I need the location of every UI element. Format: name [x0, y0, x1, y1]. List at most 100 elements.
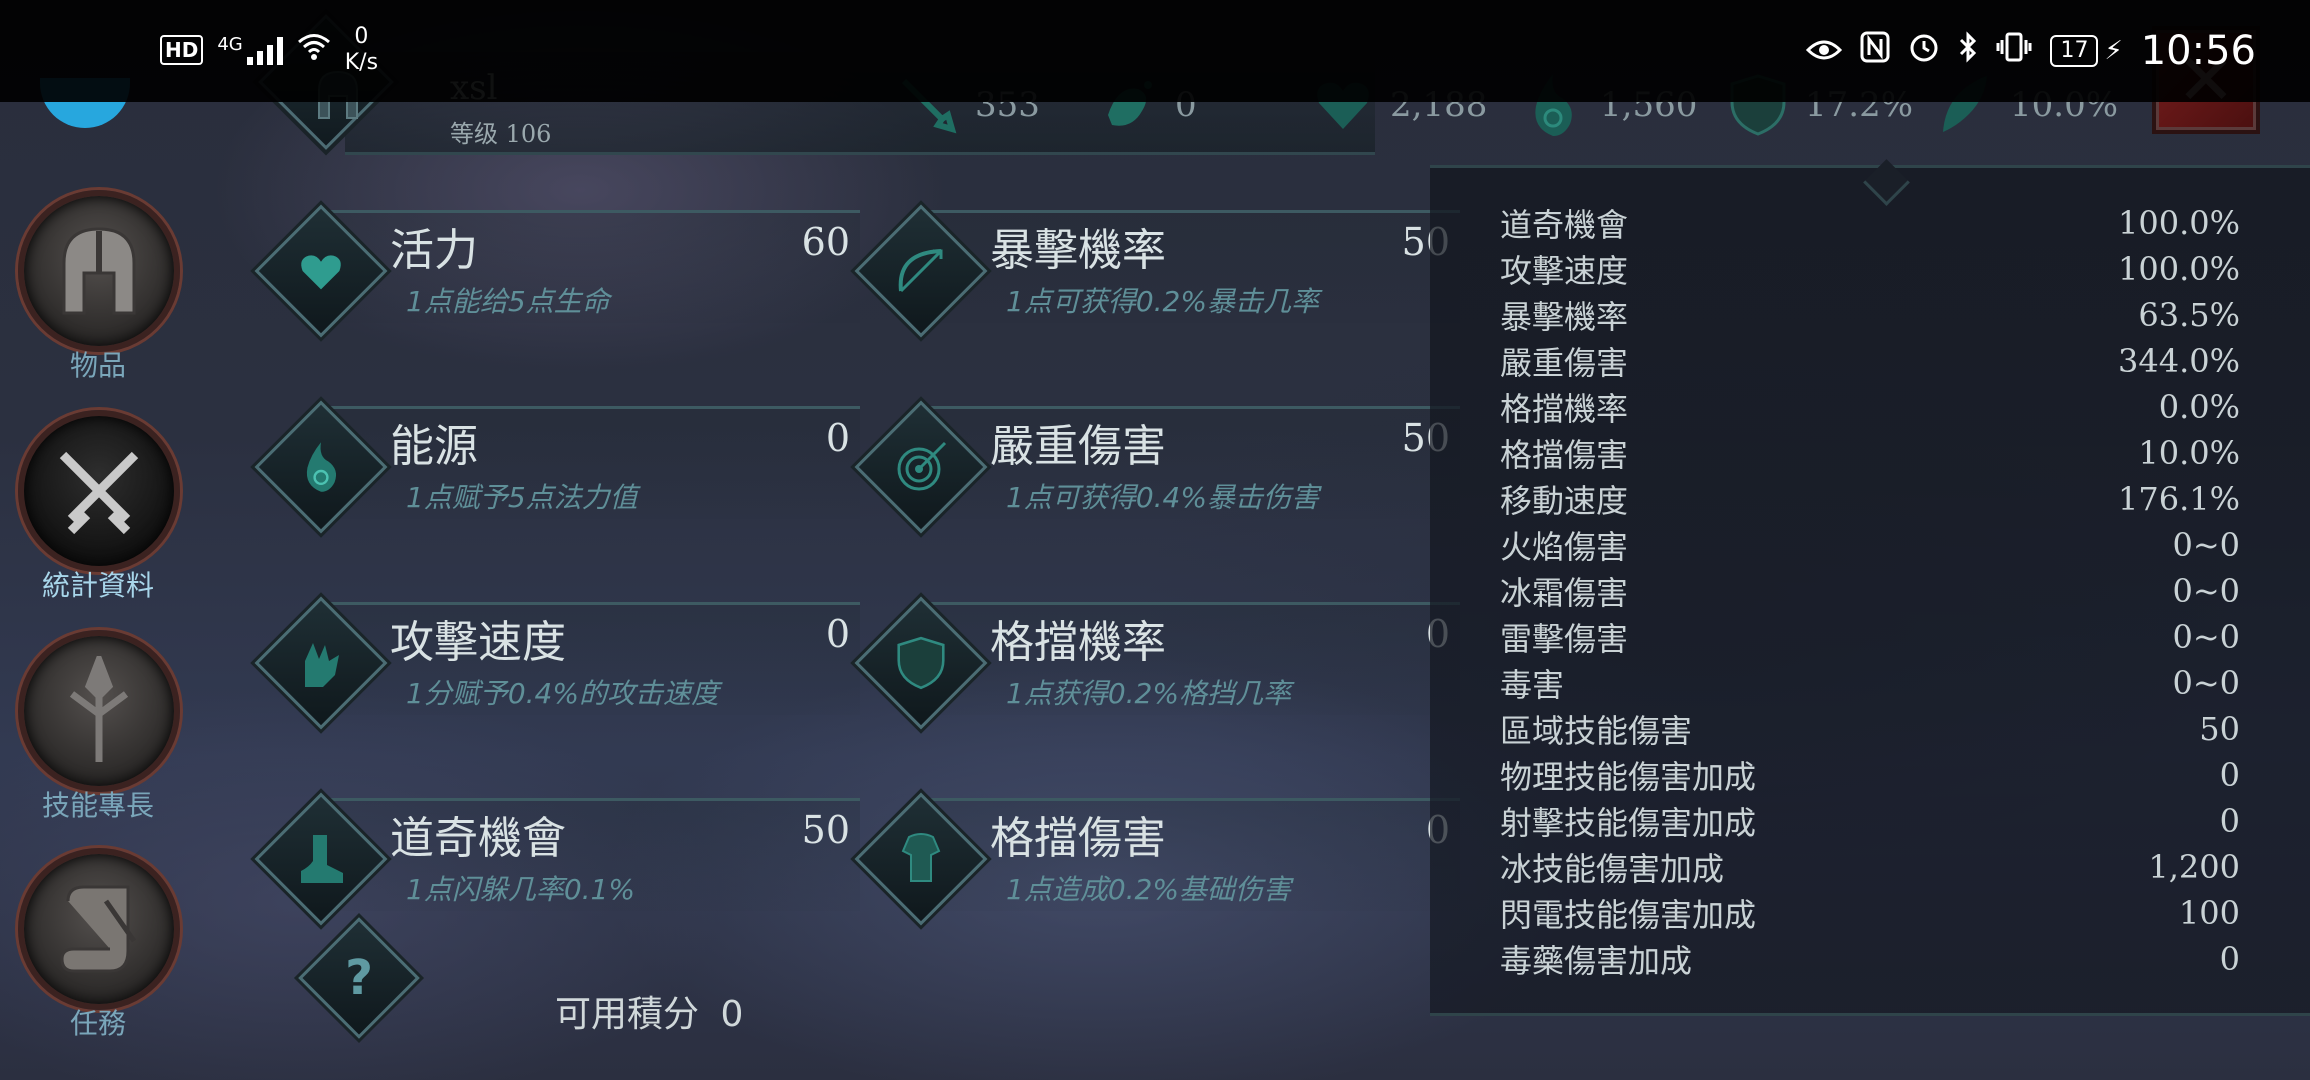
- stat-value: 0: [2219, 756, 2240, 794]
- attr-crit-chance[interactable]: 暴擊機率 50 1点可获得0.2%暴击几率: [854, 200, 1460, 350]
- stat-row: 火焰傷害 0~0: [1500, 522, 2240, 568]
- gauntlet-icon: [280, 622, 362, 704]
- battery-indicator: 17: [2050, 35, 2099, 67]
- hd-badge: HD: [160, 35, 204, 65]
- nfc-icon: [1860, 31, 1890, 71]
- stat-value: 0: [2219, 802, 2240, 840]
- stat-label: 火焰傷害: [1500, 528, 1629, 566]
- nav-skills[interactable]: 技能專長: [18, 630, 180, 824]
- stat-value: 0: [2219, 940, 2240, 978]
- attr-value: 0: [825, 416, 850, 460]
- stat-row: 物理技能傷害加成 0: [1500, 752, 2240, 798]
- system-status-bar: HD 4G 0 K/s 17 ⚡ 10:56: [0, 0, 2310, 102]
- available-points-label: 可用積分: [555, 994, 700, 1035]
- attr-block-chance[interactable]: 格擋機率 0 1点获得0.2%格挡几率: [854, 592, 1460, 742]
- wifi-icon: [297, 32, 331, 68]
- heart-icon: [280, 230, 362, 312]
- attr-desc: 1点造成0.2%基础伤害: [1006, 873, 1291, 906]
- available-points: 可用積分 0: [555, 985, 743, 1037]
- stat-row: 格擋機率 0.0%: [1500, 384, 2240, 430]
- attr-value: 0: [825, 612, 850, 656]
- stat-row: 毒藥傷害加成 0: [1500, 936, 2240, 982]
- attr-desc: 1点赋予5点法力值: [406, 481, 638, 514]
- available-points-value: 0: [720, 994, 744, 1035]
- stat-label: 暴擊機率: [1500, 298, 1629, 336]
- stat-label: 毒害: [1500, 666, 1565, 704]
- attr-title: 暴擊機率: [990, 225, 1166, 276]
- stat-row: 暴擊機率 63.5%: [1500, 292, 2240, 338]
- network-type: 4G: [217, 33, 243, 55]
- attr-desc: 1分赋予0.4%的攻击速度: [406, 677, 719, 710]
- alarm-icon: [1908, 31, 1940, 71]
- attr-title: 嚴重傷害: [990, 421, 1166, 472]
- bow-icon: [880, 230, 962, 312]
- boot-icon: [280, 818, 362, 900]
- nav-quests[interactable]: 任務: [18, 848, 180, 1042]
- attr-title: 格擋傷害: [990, 813, 1166, 864]
- stat-label: 道奇機會: [1500, 206, 1629, 244]
- stat-row: 區域技能傷害 50: [1500, 706, 2240, 752]
- bluetooth-icon: [1958, 31, 1978, 71]
- question-icon: ?: [345, 950, 373, 1006]
- attr-title: 道奇機會: [390, 813, 566, 864]
- attr-desc: 1点能给5点生命: [406, 285, 610, 318]
- attr-dodge[interactable]: 道奇機會 50 1点闪躲几率0.1%: [254, 788, 860, 938]
- stat-value: 100.0%: [2117, 204, 2240, 242]
- stat-value: 0~0: [2172, 664, 2240, 702]
- charging-icon: ⚡: [2104, 36, 2123, 66]
- panel-notch: [1863, 159, 1910, 206]
- stat-row: 道奇機會 100.0%: [1500, 200, 2240, 246]
- stat-row: 格擋傷害 10.0%: [1500, 430, 2240, 476]
- net-speed: 0 K/s: [344, 24, 379, 75]
- stat-row: 雷擊傷害 0~0: [1500, 614, 2240, 660]
- stat-row: 嚴重傷害 344.0%: [1500, 338, 2240, 384]
- attr-value: 60: [801, 220, 850, 264]
- stat-row: 閃電技能傷害加成 100: [1500, 890, 2240, 936]
- stat-row: 冰霜傷害 0~0: [1500, 568, 2240, 614]
- helmet-icon: [18, 190, 180, 352]
- attr-title: 格擋機率: [990, 617, 1166, 668]
- stat-label: 物理技能傷害加成: [1500, 758, 1757, 796]
- player-level: 等级 106: [450, 120, 552, 148]
- attr-crit-damage[interactable]: 嚴重傷害 50 1点可获得0.4%暴击伤害: [854, 396, 1460, 546]
- attr-energy[interactable]: 能源 0 1点赋予5点法力值: [254, 396, 860, 546]
- stat-row: 移動速度 176.1%: [1500, 476, 2240, 522]
- attr-attack-speed[interactable]: 攻擊速度 0 1分赋予0.4%的攻击速度: [254, 592, 860, 742]
- stat-label: 攻擊速度: [1500, 252, 1629, 290]
- target-icon: [880, 426, 962, 508]
- stat-value: 1,200: [2148, 848, 2240, 886]
- attr-block-damage[interactable]: 格擋傷害 0 1点造成0.2%基础伤害: [854, 788, 1460, 938]
- stat-label: 格擋機率: [1500, 390, 1629, 428]
- stat-value: 0~0: [2172, 526, 2240, 564]
- stat-value: 344.0%: [2117, 342, 2240, 380]
- stat-row: 毒害 0~0: [1500, 660, 2240, 706]
- stat-value: 0.0%: [2158, 388, 2240, 426]
- energy-flame-icon: [280, 426, 362, 508]
- stat-row: 冰技能傷害加成 1,200: [1500, 844, 2240, 890]
- vibrate-icon: [1996, 31, 2032, 71]
- stat-value: 63.5%: [2138, 296, 2240, 334]
- attr-title: 能源: [390, 421, 478, 472]
- nav-label: 物品: [69, 349, 126, 382]
- crossed-swords-icon: [18, 410, 180, 572]
- clock: 10:56: [2140, 28, 2256, 74]
- eye-icon: [1806, 32, 1843, 70]
- stat-label: 毒藥傷害加成: [1500, 942, 1693, 980]
- nav-statistics[interactable]: 統計資料: [18, 410, 180, 604]
- stat-label: 嚴重傷害: [1500, 344, 1629, 382]
- nav-label: 任務: [69, 1007, 126, 1040]
- nav-items[interactable]: 物品: [18, 190, 180, 384]
- stat-value: 0~0: [2172, 572, 2240, 610]
- attr-vitality[interactable]: 活力 60 1点能给5点生命: [254, 200, 860, 350]
- scroll-icon: [18, 848, 180, 1010]
- stat-label: 區域技能傷害: [1500, 712, 1693, 750]
- stat-label: 雷擊傷害: [1500, 620, 1629, 658]
- attr-desc: 1点获得0.2%格挡几率: [1006, 677, 1291, 710]
- attr-desc: 1点可获得0.2%暴击几率: [1006, 285, 1319, 318]
- stat-value: 10.0%: [2138, 434, 2240, 472]
- shield-icon: [880, 622, 962, 704]
- attr-desc: 1点可获得0.4%暴击伤害: [1006, 481, 1319, 514]
- attr-title: 活力: [390, 225, 478, 276]
- stat-label: 移動速度: [1500, 482, 1629, 520]
- nav-label: 技能專長: [41, 789, 154, 822]
